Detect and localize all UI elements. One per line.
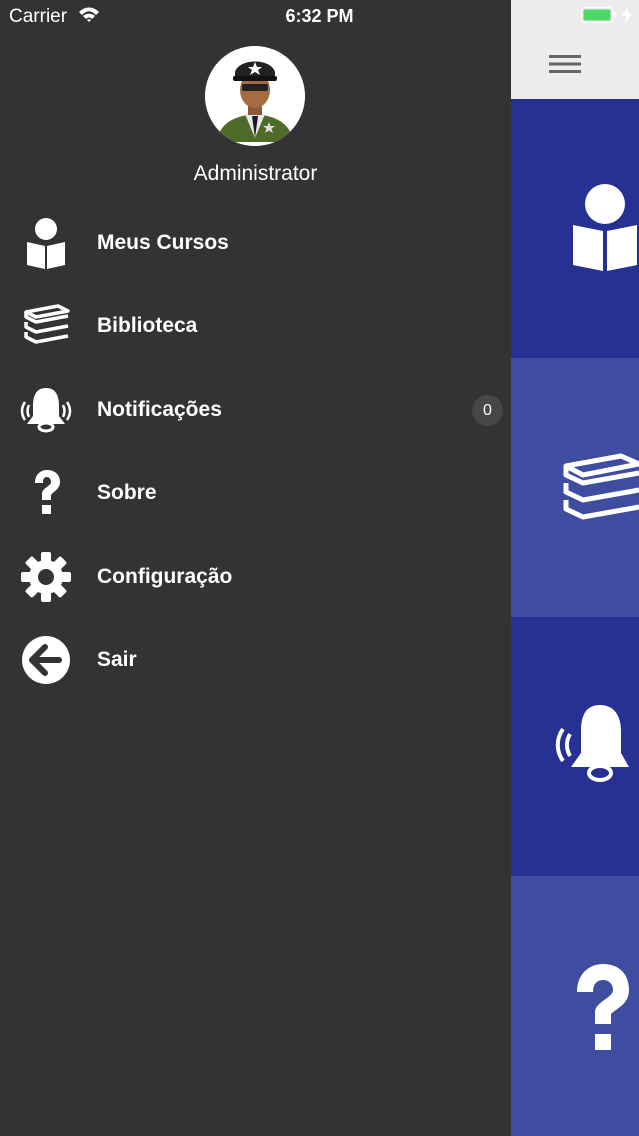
menu-item-label: Sobre [97, 481, 157, 504]
app-screen: Administrator Meus Cursos Biblioteca Not… [0, 0, 639, 1136]
officer-avatar-icon [205, 46, 305, 146]
menu-item-label: Biblioteca [97, 314, 198, 337]
notification-count-badge: 0 [472, 395, 503, 426]
menu-item-notificacoes[interactable]: Notificações 0 [0, 370, 511, 450]
book-reader-icon [27, 218, 65, 269]
charging-bolt-icon [622, 6, 632, 24]
menu-item-meus-cursos[interactable]: Meus Cursos [0, 203, 511, 283]
main-content [511, 0, 639, 1136]
avatar[interactable] [205, 46, 305, 146]
hamburger-icon[interactable] [549, 52, 583, 76]
menu-item-label: Notificações [97, 398, 222, 421]
tile-biblioteca[interactable] [511, 358, 639, 618]
books-stack-icon [563, 453, 639, 520]
clock: 6:32 PM [285, 6, 354, 26]
ringing-bell-icon [20, 388, 72, 433]
menu-item-label: Configuração [97, 565, 233, 588]
tile-notificacoes[interactable] [511, 617, 639, 877]
question-icon [35, 470, 60, 514]
question-icon [577, 964, 629, 1050]
menu-item-biblioteca[interactable]: Biblioteca [0, 286, 511, 366]
book-reader-icon [573, 184, 637, 271]
tile-sobre[interactable] [511, 876, 639, 1136]
menu-item-sair[interactable]: Sair [0, 620, 511, 700]
menu-item-configuracao[interactable]: Configuração [0, 537, 511, 617]
ringing-bell-icon [555, 705, 629, 782]
menu-item-label: Sair [97, 648, 137, 671]
status-bar: Carrier 6:32 PM [0, 0, 639, 32]
tile-meus-cursos[interactable] [511, 99, 639, 359]
side-drawer: Administrator Meus Cursos Biblioteca Not… [0, 0, 511, 1136]
arrow-left-circle-icon [22, 636, 70, 684]
user-name: Administrator [193, 162, 318, 185]
books-stack-icon [24, 304, 70, 344]
menu-item-sobre[interactable]: Sobre [0, 453, 511, 533]
gear-icon [21, 552, 71, 602]
battery-icon [581, 7, 616, 23]
menu-item-label: Meus Cursos [97, 231, 229, 254]
